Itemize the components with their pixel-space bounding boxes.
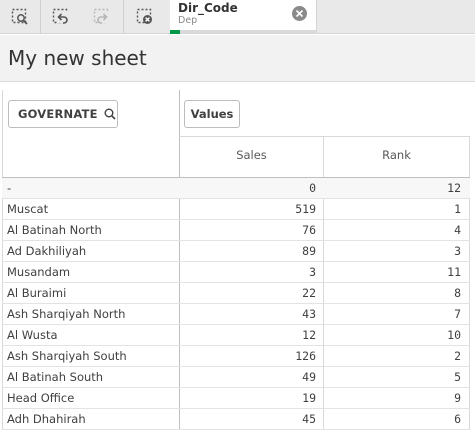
clear-selections-icon xyxy=(136,8,152,24)
table-row[interactable]: Ash Sharqiyah North 43 7 xyxy=(2,304,470,325)
table-row[interactable]: Musandam 3 11 xyxy=(2,262,470,283)
sales-cell: 19 xyxy=(302,391,316,405)
values-label: Values xyxy=(190,107,234,121)
rank-cell: 8 xyxy=(454,286,461,300)
column-header-rank[interactable]: Rank xyxy=(324,148,469,162)
rank-cell: 1 xyxy=(454,202,461,216)
sales-cell: 3 xyxy=(309,265,316,279)
clear-selection-button[interactable] xyxy=(292,6,307,21)
governate-cell[interactable]: Musandam xyxy=(7,265,70,279)
rank-cell: 4 xyxy=(454,223,461,237)
governate-dimension-button[interactable]: GOVERNATE xyxy=(8,100,118,128)
governate-cell[interactable]: Al Batinah North xyxy=(7,223,102,237)
rank-cell: 6 xyxy=(454,412,461,426)
sales-cell: 45 xyxy=(302,412,316,426)
sales-cell: 43 xyxy=(302,307,316,321)
governate-cell[interactable]: Adh Dhahirah xyxy=(7,412,86,426)
step-back-button[interactable] xyxy=(41,0,81,34)
governate-cell[interactable]: Al Batinah South xyxy=(7,370,103,384)
table-row[interactable]: Muscat 519 1 xyxy=(2,199,470,220)
rank-cell: 11 xyxy=(447,265,461,279)
step-forward-button[interactable] xyxy=(82,0,122,34)
sales-cell: 49 xyxy=(302,370,316,384)
sales-cell: 76 xyxy=(302,223,316,237)
step-forward-icon xyxy=(93,8,109,24)
table-row[interactable]: Ash Sharqiyah South 126 2 xyxy=(2,346,470,367)
table-row[interactable]: Al Wusta 12 10 xyxy=(2,325,470,346)
dimension-label: GOVERNATE xyxy=(18,107,98,121)
table-row[interactable]: Ad Dakhiliyah 89 3 xyxy=(2,241,470,262)
rank-cell: 3 xyxy=(454,244,461,258)
selection-field-name: Dir_Code xyxy=(178,1,238,15)
governate-cell[interactable]: Ash Sharqiyah North xyxy=(7,307,125,321)
current-selection-pill[interactable]: Dir_Code Dep xyxy=(170,0,317,34)
table-row[interactable]: Adh Dhahirah 45 6 xyxy=(2,409,470,430)
governate-cell[interactable]: Al Wusta xyxy=(7,328,58,342)
search-icon xyxy=(104,108,116,120)
governate-cell[interactable]: Ad Dakhiliyah xyxy=(7,244,86,258)
sales-cell: 12 xyxy=(302,328,316,342)
sales-cell: 519 xyxy=(295,202,316,216)
selection-state-bar xyxy=(170,30,180,34)
governate-cell[interactable]: Al Buraimi xyxy=(7,286,66,300)
governate-cell[interactable]: - xyxy=(7,181,11,195)
rank-cell: 7 xyxy=(454,307,461,321)
governate-cell[interactable]: Head Office xyxy=(7,391,74,405)
table-row[interactable]: Head Office 19 9 xyxy=(2,388,470,409)
sales-cell: 22 xyxy=(302,286,316,300)
rank-cell: 10 xyxy=(447,328,461,342)
column-header-sales[interactable]: Sales xyxy=(180,148,323,162)
table-row[interactable]: - 0 12 xyxy=(2,178,470,199)
rank-cell: 5 xyxy=(454,370,461,384)
pivot-table: GOVERNATE Values Sales Rank -0 12 Muscat 51… xyxy=(2,90,472,446)
smart-search-button[interactable] xyxy=(0,0,40,34)
clear-all-selections-button[interactable] xyxy=(125,0,165,34)
governate-cell[interactable]: Ash Sharqiyah South xyxy=(7,349,127,363)
selection-lasso-search-icon xyxy=(11,8,28,25)
rank-cell: 9 xyxy=(454,391,461,405)
step-back-icon xyxy=(52,8,68,24)
values-button[interactable]: Values xyxy=(184,100,240,128)
governate-cell[interactable]: Muscat xyxy=(7,202,48,216)
rank-cell: 2 xyxy=(454,349,461,363)
sales-cell: 126 xyxy=(295,349,316,363)
rank-cell: 12 xyxy=(447,181,461,195)
divider xyxy=(179,136,470,137)
selection-state-bar-rest xyxy=(180,30,317,34)
sales-cell: 89 xyxy=(302,244,316,258)
sales-cell: 0 xyxy=(309,181,316,195)
close-icon xyxy=(295,9,304,18)
sheet-header: My new sheet xyxy=(0,35,475,82)
selections-toolbar: Dir_Code Dep xyxy=(0,0,475,34)
table-row[interactable]: Al Buraimi 22 8 xyxy=(2,283,470,304)
selection-value: Dep xyxy=(178,15,198,26)
table-row[interactable]: Al Batinah North 76 4 xyxy=(2,220,470,241)
table-row[interactable]: Al Batinah South 49 5 xyxy=(2,367,470,388)
sheet-title: My new sheet xyxy=(8,46,147,70)
